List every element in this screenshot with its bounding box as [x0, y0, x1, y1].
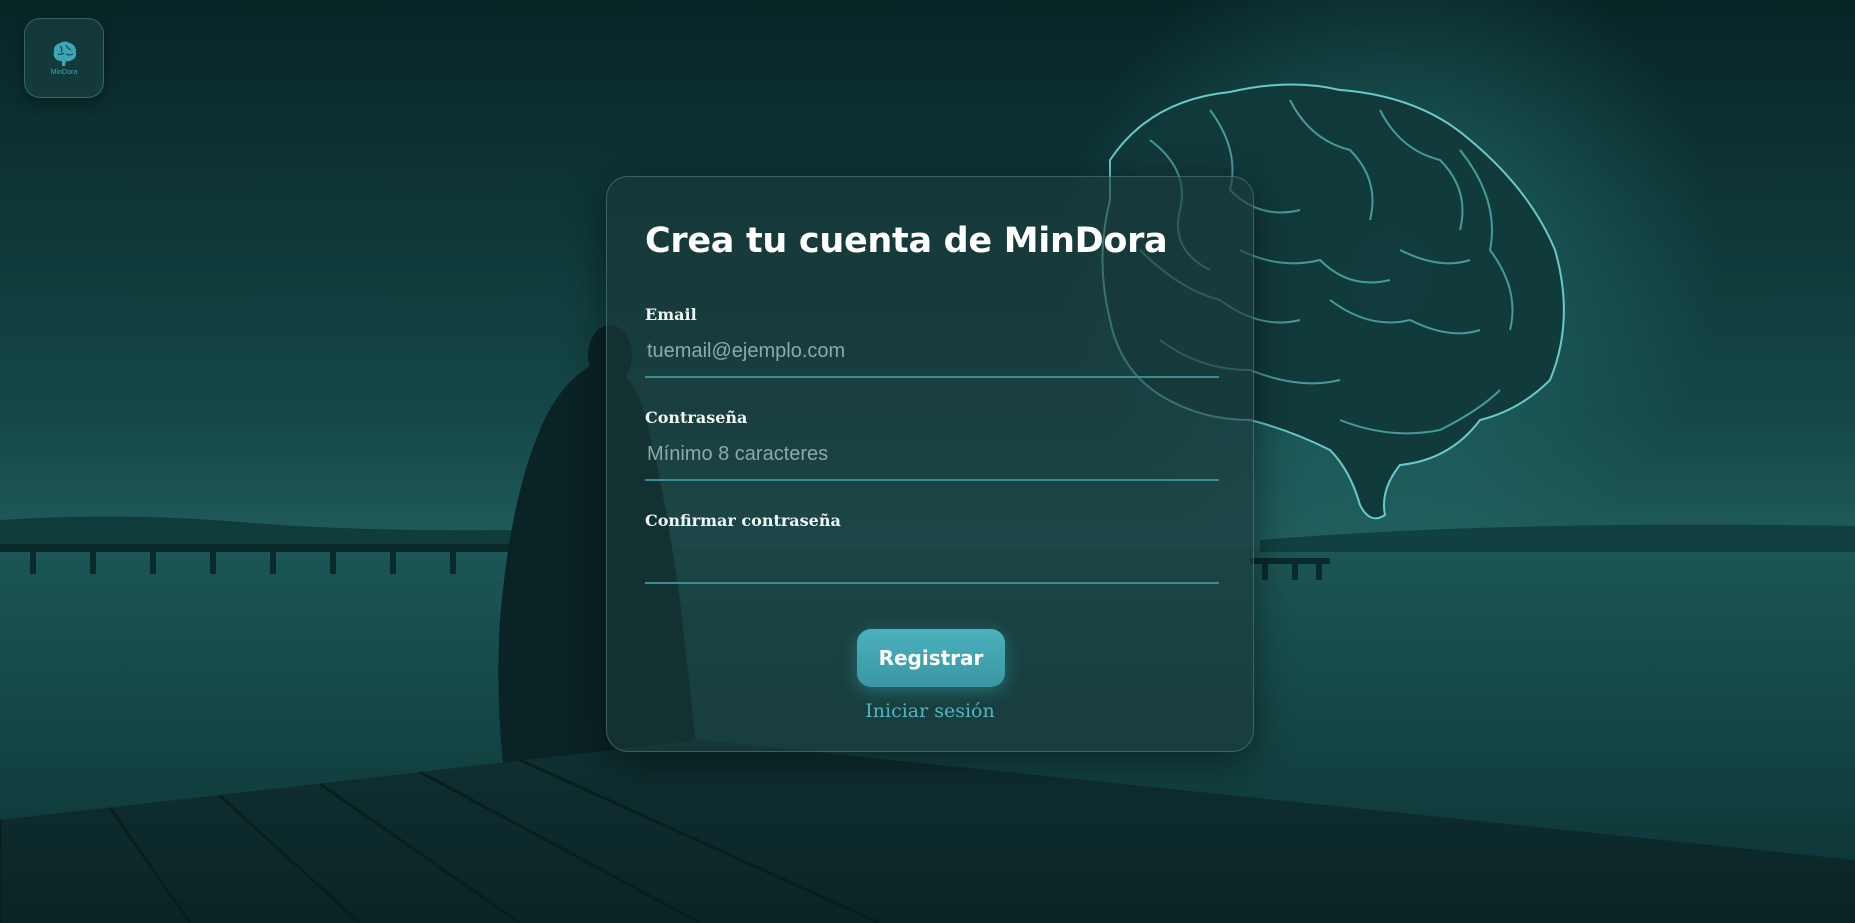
confirm-password-field-group: Confirmar contraseña [645, 511, 1219, 584]
brain-logo-icon [53, 41, 77, 66]
email-label: Email [645, 305, 697, 324]
password-field[interactable] [645, 437, 1219, 481]
email-field[interactable] [645, 334, 1219, 378]
logo[interactable]: MinDora [24, 18, 104, 98]
register-button[interactable]: Registrar [857, 629, 1005, 687]
confirm-password-label: Confirmar contraseña [645, 511, 841, 530]
login-link[interactable]: Iniciar sesión [607, 700, 1253, 722]
password-label: Contraseña [645, 408, 748, 427]
logo-text: MinDora [50, 69, 78, 76]
email-field-group: Email [645, 305, 1219, 378]
password-field-group: Contraseña [645, 408, 1219, 481]
page-title: Crea tu cuenta de MinDora [645, 221, 1168, 261]
confirm-password-field[interactable] [645, 540, 1219, 584]
register-card: Crea tu cuenta de MinDora Email Contrase… [606, 176, 1254, 752]
